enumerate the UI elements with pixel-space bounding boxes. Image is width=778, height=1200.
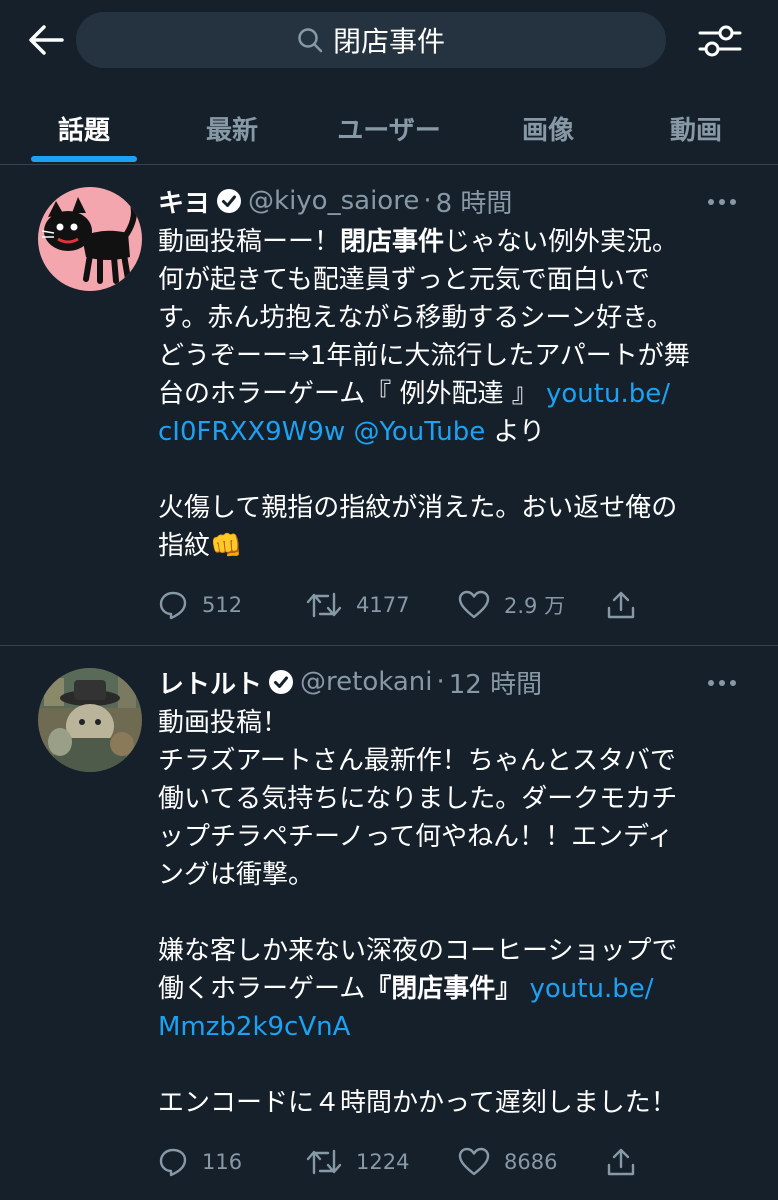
back-arrow-icon (29, 25, 64, 55)
retweet-icon (306, 592, 342, 618)
text-line: ップチラペチーノって何やねん！！エンディ (158, 822, 674, 852)
sliders-icon (698, 25, 742, 57)
text-line: 動画投稿！ (158, 708, 289, 738)
verified-badge-icon (269, 670, 294, 694)
share-icon (607, 591, 635, 619)
top-bar: 閉店事件 (0, 0, 778, 82)
text-line: ングは衝撃。 (158, 860, 315, 890)
display-name[interactable]: キヨ (158, 183, 210, 220)
like-count: 2.9 万 (504, 594, 566, 618)
like-count: 8686 (504, 1150, 558, 1174)
text-line: 何が起きても配達員ずっと元気で面白いで (158, 265, 650, 295)
more-dots-icon (708, 680, 736, 686)
search-icon (298, 28, 323, 53)
user-handle[interactable]: @kiyo_saiore (248, 186, 419, 216)
tweet[interactable]: キヨ @kiyo_saiore · 8 時間 動画投稿ーー！閉店事件じゃない例外… (0, 165, 778, 646)
search-settings-button[interactable] (690, 16, 750, 66)
text-segment: じゃない例外実況。 (444, 227, 679, 257)
separator-dot: · (436, 667, 445, 697)
tweet-text: 動画投稿！ チラズアートさん最新作！ちゃんとスタバで 働いてる気持ちになりました… (158, 704, 748, 1122)
reply-icon (159, 591, 187, 620)
retweet-button[interactable]: 1224 (306, 1142, 409, 1182)
search-tabs: 話題 最新 ユーザー 画像 動画 (0, 92, 778, 165)
search-input[interactable]: 閉店事件 (76, 12, 666, 68)
text-line: 嫌な客しか来ない深夜のコーヒーショップで (158, 936, 678, 966)
user-handle[interactable]: @retokani (300, 667, 432, 697)
avatar[interactable] (38, 668, 142, 772)
tweet-actions: 116 1224 8686 (158, 1142, 718, 1182)
text-segment: 働くホラーゲーム (158, 974, 366, 1004)
text-line: す。赤ん坊抱えながら移動するシーン好き。 (158, 303, 673, 333)
black-cat-avatar-icon (38, 187, 142, 291)
tweet-header: キヨ @kiyo_saiore · 8 時間 (158, 181, 512, 221)
share-button[interactable] (606, 585, 650, 625)
search-highlight: 閉店事件 (340, 227, 445, 257)
reply-button[interactable]: 512 (158, 585, 242, 625)
like-button[interactable]: 2.9 万 (458, 585, 565, 625)
like-button[interactable]: 8686 (458, 1142, 557, 1182)
more-options-button[interactable] (700, 187, 744, 217)
tab-top[interactable]: 話題 (0, 92, 168, 164)
reply-count: 512 (202, 593, 243, 617)
tab-people[interactable]: ユーザー (300, 92, 478, 164)
text-line: チラズアートさん最新作！ちゃんとスタバで (158, 746, 676, 776)
url-link[interactable]: youtu.be/ (530, 974, 654, 1004)
url-link[interactable]: cI0FRXX9W9w @YouTube (158, 417, 485, 447)
active-tab-indicator (31, 156, 137, 162)
reply-count: 116 (202, 1150, 243, 1174)
text-line: 火傷して親指の指紋が消えた。おい返せ俺の (158, 493, 678, 523)
text-segment: 台のホラーゲーム『 例外配達 』 (158, 379, 547, 409)
retweet-count: 1224 (356, 1150, 410, 1174)
text-segment (521, 974, 529, 1004)
tab-videos[interactable]: 動画 (612, 92, 778, 164)
heart-icon (458, 590, 490, 619)
text-line: 働いてる気持ちになりました。ダークモカチ (158, 784, 678, 814)
tweet-actions: 512 4177 2.9 万 (158, 585, 718, 625)
share-icon (607, 1148, 635, 1176)
more-options-button[interactable] (700, 668, 744, 698)
verified-badge-icon (217, 189, 242, 213)
reply-icon (159, 1148, 187, 1177)
timestamp[interactable]: 8 時間 (436, 183, 513, 220)
text-segment: 動画投稿ーー！ (158, 227, 341, 257)
tab-latest[interactable]: 最新 (148, 92, 316, 164)
heart-icon (458, 1147, 490, 1176)
tab-photos[interactable]: 画像 (464, 92, 632, 164)
search-highlight: 『閉店事件』 (365, 974, 522, 1004)
retweet-button[interactable]: 4177 (306, 585, 409, 625)
avatar[interactable] (38, 187, 142, 291)
search-query: 閉店事件 (332, 25, 445, 58)
url-link[interactable]: youtu.be/ (546, 379, 670, 409)
figurine-photo-avatar-icon (38, 668, 142, 772)
text-segment: より (485, 417, 545, 447)
tweet-header: レトルト @retokani · 12 時間 (158, 662, 542, 702)
timestamp[interactable]: 12 時間 (449, 664, 542, 701)
retweet-count: 4177 (356, 593, 410, 617)
share-button[interactable] (606, 1142, 650, 1182)
url-link[interactable]: Mmzb2k9cVnA (158, 1012, 350, 1042)
display-name[interactable]: レトルト (158, 664, 262, 701)
back-button[interactable] (20, 18, 72, 62)
tweet[interactable]: レトルト @retokani · 12 時間 動画投稿！ チラズアートさん最新作… (0, 646, 778, 1200)
text-line: 指紋👊 (158, 531, 243, 561)
retweet-icon (306, 1149, 342, 1175)
reply-button[interactable]: 116 (158, 1142, 242, 1182)
separator-dot: · (423, 186, 432, 216)
more-dots-icon (708, 199, 736, 205)
tweet-text: 動画投稿ーー！閉店事件じゃない例外実況。 何が起きても配達員ずっと元気で面白いで… (158, 223, 748, 565)
text-line: エンコードに４時間かかって遅刻しました！ (158, 1088, 677, 1118)
text-line: どうぞーー⇒1年前に大流行したアパートが舞 (158, 341, 690, 371)
